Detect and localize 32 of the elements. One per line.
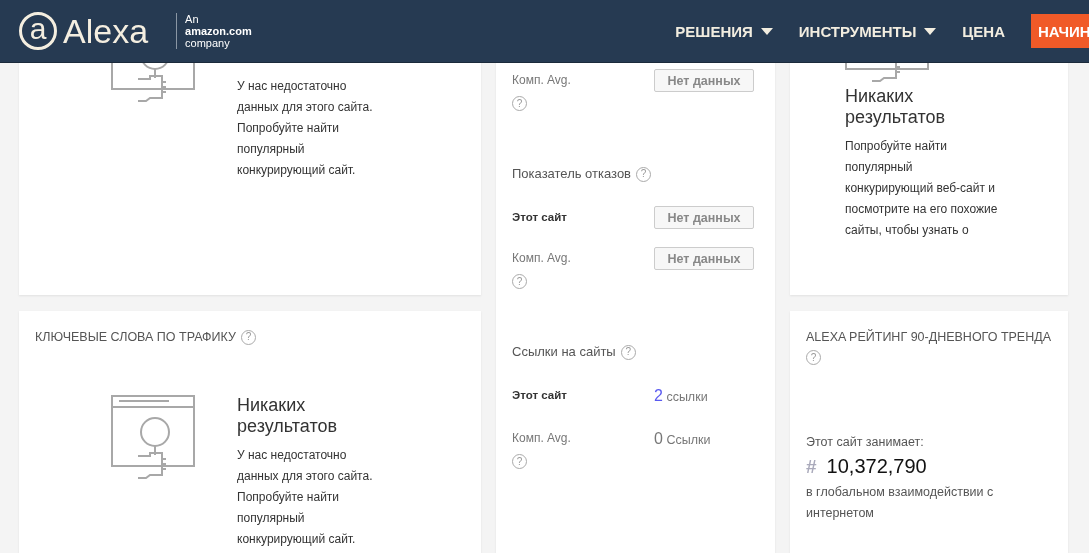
logo-tagline: An amazon.com company (176, 13, 252, 49)
hash-sign: # (806, 456, 817, 478)
card-title: КЛЮЧЕВЫЕ СЛОВА ПО ТРАФИКУ (35, 329, 236, 346)
caret-icon (924, 27, 937, 35)
rank-value: 10,372,790 (826, 455, 927, 478)
empty-heading: Никаких результатов (845, 86, 947, 128)
no-data-badge: Нет данных (654, 206, 754, 229)
card-title: ALEXA РЕЙТИНГ 90-ДНЕВНОГО ТРЕНДА (806, 328, 1053, 346)
nav-link[interactable]: ЦЕНА (962, 22, 1005, 40)
empty-message: Попробуйте найти популярный конкурирующий веб-сайт и посмотрите на его похожие сайты, чтобы узнать о (845, 138, 999, 239)
start-button[interactable]: НАЧИН (1031, 14, 1089, 48)
row-label: Этот сайт (512, 388, 567, 403)
caret-icon (760, 27, 773, 35)
logo-mark: a (19, 12, 57, 50)
no-data-badge: Нет данных (654, 247, 754, 270)
row-label: Комп. Avg. (512, 250, 571, 267)
nav-link[interactable]: РЕШЕНИЯ (675, 22, 773, 40)
empty-message: У нас недостаточно данных для этого сайта. Попробуйте найти популярный конкурирующий сайт. (237, 78, 373, 179)
rank-caption: Этот сайт занимает: (806, 435, 925, 449)
nav-link[interactable]: ИНСТРУМЕНТЫ (798, 22, 937, 40)
empty-heading: Никаких результатов (237, 395, 339, 437)
no-data-badge: Нет данных (654, 69, 754, 92)
link-count: 0 Ссылки (654, 429, 711, 449)
link-count: 2 ссылки (654, 386, 708, 406)
logo-name: Alexa (63, 11, 149, 51)
rank-note: в глобальном взаимодействии с интернетом (806, 484, 995, 522)
row-label: Комп. Avg. (512, 430, 571, 447)
metric-title: Ссылки на сайты (512, 343, 616, 361)
empty-message: У нас недостаточно данных для этого сайта. Попробуйте найти популярный конкурирующий сайт. (237, 447, 373, 548)
row-label: Комп. Avg. (512, 72, 571, 89)
metric-title: Показатель отказов (512, 165, 632, 183)
row-label: Этот сайт (512, 210, 567, 225)
